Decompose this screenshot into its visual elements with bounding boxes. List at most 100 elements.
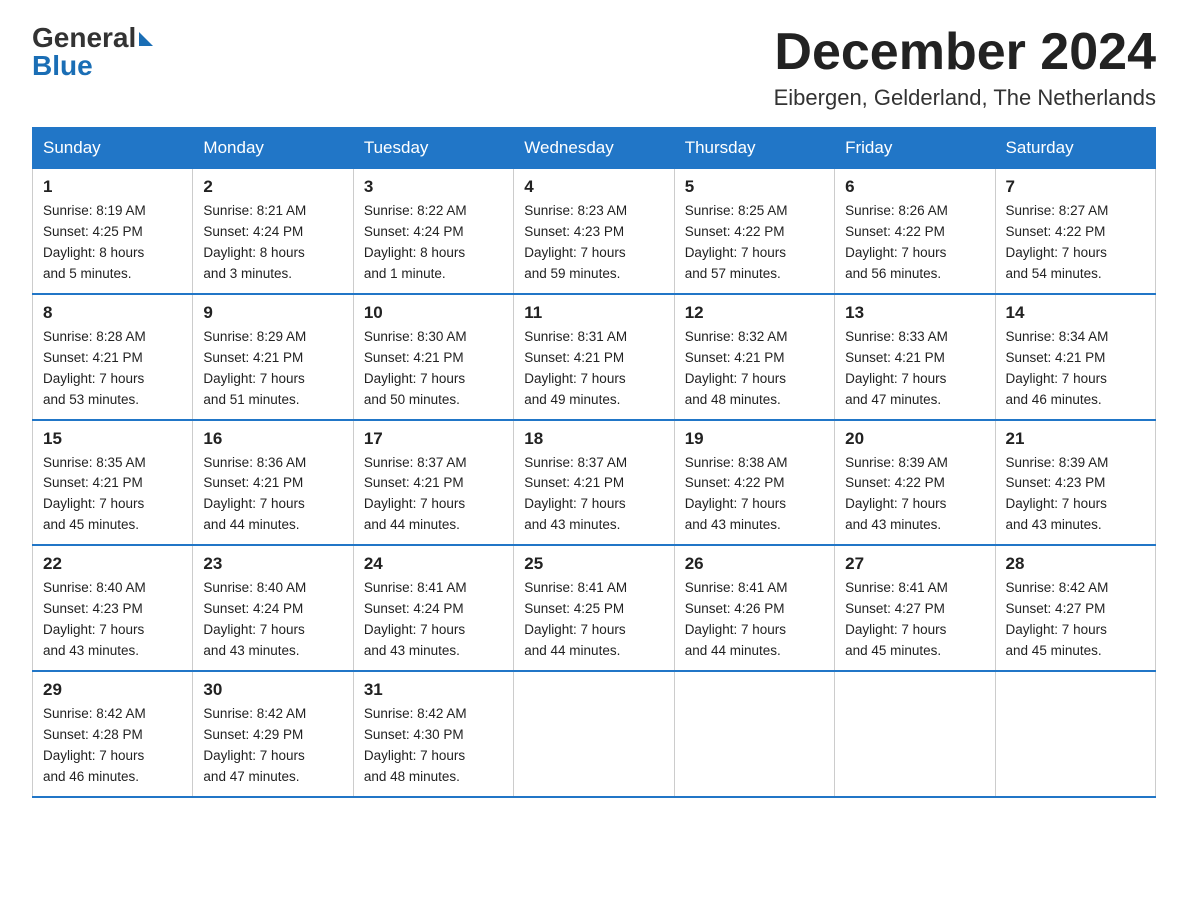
calendar-cell: 24 Sunrise: 8:41 AMSunset: 4:24 PMDaylig… (353, 545, 513, 671)
calendar-cell: 15 Sunrise: 8:35 AMSunset: 4:21 PMDaylig… (33, 420, 193, 546)
calendar-cell: 4 Sunrise: 8:23 AMSunset: 4:23 PMDayligh… (514, 169, 674, 294)
page-title: December 2024 (774, 24, 1156, 81)
calendar-cell: 27 Sunrise: 8:41 AMSunset: 4:27 PMDaylig… (835, 545, 995, 671)
day-number: 28 (1006, 554, 1145, 574)
calendar-week-row: 29 Sunrise: 8:42 AMSunset: 4:28 PMDaylig… (33, 671, 1156, 797)
day-number: 25 (524, 554, 663, 574)
calendar-header-tuesday: Tuesday (353, 128, 513, 169)
day-info: Sunrise: 8:42 AMSunset: 4:28 PMDaylight:… (43, 706, 146, 784)
logo: General Blue (32, 24, 153, 80)
calendar-cell: 22 Sunrise: 8:40 AMSunset: 4:23 PMDaylig… (33, 545, 193, 671)
day-number: 26 (685, 554, 824, 574)
day-info: Sunrise: 8:41 AMSunset: 4:27 PMDaylight:… (845, 580, 948, 658)
day-number: 9 (203, 303, 342, 323)
day-number: 16 (203, 429, 342, 449)
logo-text-blue: Blue (32, 52, 93, 80)
calendar-cell: 5 Sunrise: 8:25 AMSunset: 4:22 PMDayligh… (674, 169, 834, 294)
day-info: Sunrise: 8:29 AMSunset: 4:21 PMDaylight:… (203, 329, 306, 407)
calendar-cell: 18 Sunrise: 8:37 AMSunset: 4:21 PMDaylig… (514, 420, 674, 546)
calendar-cell: 28 Sunrise: 8:42 AMSunset: 4:27 PMDaylig… (995, 545, 1155, 671)
day-number: 15 (43, 429, 182, 449)
title-block: December 2024 Eibergen, Gelderland, The … (774, 24, 1156, 111)
logo-text-general: General (32, 24, 136, 52)
calendar-header-saturday: Saturday (995, 128, 1155, 169)
day-number: 2 (203, 177, 342, 197)
day-info: Sunrise: 8:22 AMSunset: 4:24 PMDaylight:… (364, 203, 467, 281)
calendar-header-friday: Friday (835, 128, 995, 169)
calendar-cell: 3 Sunrise: 8:22 AMSunset: 4:24 PMDayligh… (353, 169, 513, 294)
day-info: Sunrise: 8:28 AMSunset: 4:21 PMDaylight:… (43, 329, 146, 407)
calendar-cell: 31 Sunrise: 8:42 AMSunset: 4:30 PMDaylig… (353, 671, 513, 797)
logo-arrow-icon (139, 32, 153, 46)
day-info: Sunrise: 8:42 AMSunset: 4:29 PMDaylight:… (203, 706, 306, 784)
calendar-cell: 17 Sunrise: 8:37 AMSunset: 4:21 PMDaylig… (353, 420, 513, 546)
calendar-cell: 8 Sunrise: 8:28 AMSunset: 4:21 PMDayligh… (33, 294, 193, 420)
page-subtitle: Eibergen, Gelderland, The Netherlands (774, 85, 1156, 111)
calendar-cell (514, 671, 674, 797)
day-info: Sunrise: 8:41 AMSunset: 4:25 PMDaylight:… (524, 580, 627, 658)
calendar-cell: 16 Sunrise: 8:36 AMSunset: 4:21 PMDaylig… (193, 420, 353, 546)
calendar-cell: 1 Sunrise: 8:19 AMSunset: 4:25 PMDayligh… (33, 169, 193, 294)
calendar-cell: 23 Sunrise: 8:40 AMSunset: 4:24 PMDaylig… (193, 545, 353, 671)
day-number: 30 (203, 680, 342, 700)
calendar-cell: 19 Sunrise: 8:38 AMSunset: 4:22 PMDaylig… (674, 420, 834, 546)
day-info: Sunrise: 8:40 AMSunset: 4:23 PMDaylight:… (43, 580, 146, 658)
day-info: Sunrise: 8:40 AMSunset: 4:24 PMDaylight:… (203, 580, 306, 658)
day-number: 29 (43, 680, 182, 700)
calendar-cell: 21 Sunrise: 8:39 AMSunset: 4:23 PMDaylig… (995, 420, 1155, 546)
day-info: Sunrise: 8:19 AMSunset: 4:25 PMDaylight:… (43, 203, 146, 281)
calendar-header-thursday: Thursday (674, 128, 834, 169)
day-info: Sunrise: 8:26 AMSunset: 4:22 PMDaylight:… (845, 203, 948, 281)
calendar-header-wednesday: Wednesday (514, 128, 674, 169)
day-number: 31 (364, 680, 503, 700)
calendar-cell: 6 Sunrise: 8:26 AMSunset: 4:22 PMDayligh… (835, 169, 995, 294)
day-number: 17 (364, 429, 503, 449)
day-number: 13 (845, 303, 984, 323)
day-info: Sunrise: 8:42 AMSunset: 4:27 PMDaylight:… (1006, 580, 1109, 658)
calendar-header-row: SundayMondayTuesdayWednesdayThursdayFrid… (33, 128, 1156, 169)
day-number: 19 (685, 429, 824, 449)
day-info: Sunrise: 8:37 AMSunset: 4:21 PMDaylight:… (364, 455, 467, 533)
day-info: Sunrise: 8:25 AMSunset: 4:22 PMDaylight:… (685, 203, 788, 281)
day-info: Sunrise: 8:31 AMSunset: 4:21 PMDaylight:… (524, 329, 627, 407)
calendar-cell: 20 Sunrise: 8:39 AMSunset: 4:22 PMDaylig… (835, 420, 995, 546)
calendar-cell: 30 Sunrise: 8:42 AMSunset: 4:29 PMDaylig… (193, 671, 353, 797)
day-info: Sunrise: 8:34 AMSunset: 4:21 PMDaylight:… (1006, 329, 1109, 407)
calendar-cell: 29 Sunrise: 8:42 AMSunset: 4:28 PMDaylig… (33, 671, 193, 797)
day-number: 18 (524, 429, 663, 449)
calendar-header-monday: Monday (193, 128, 353, 169)
calendar-cell: 10 Sunrise: 8:30 AMSunset: 4:21 PMDaylig… (353, 294, 513, 420)
calendar-cell: 13 Sunrise: 8:33 AMSunset: 4:21 PMDaylig… (835, 294, 995, 420)
calendar-header-sunday: Sunday (33, 128, 193, 169)
day-number: 7 (1006, 177, 1145, 197)
calendar-week-row: 15 Sunrise: 8:35 AMSunset: 4:21 PMDaylig… (33, 420, 1156, 546)
day-info: Sunrise: 8:41 AMSunset: 4:26 PMDaylight:… (685, 580, 788, 658)
calendar-cell: 26 Sunrise: 8:41 AMSunset: 4:26 PMDaylig… (674, 545, 834, 671)
calendar-cell (995, 671, 1155, 797)
day-number: 5 (685, 177, 824, 197)
calendar-cell (835, 671, 995, 797)
calendar-cell (674, 671, 834, 797)
day-number: 6 (845, 177, 984, 197)
calendar-table: SundayMondayTuesdayWednesdayThursdayFrid… (32, 127, 1156, 797)
day-number: 4 (524, 177, 663, 197)
day-number: 24 (364, 554, 503, 574)
day-info: Sunrise: 8:39 AMSunset: 4:22 PMDaylight:… (845, 455, 948, 533)
day-number: 23 (203, 554, 342, 574)
day-info: Sunrise: 8:33 AMSunset: 4:21 PMDaylight:… (845, 329, 948, 407)
calendar-cell: 2 Sunrise: 8:21 AMSunset: 4:24 PMDayligh… (193, 169, 353, 294)
day-number: 1 (43, 177, 182, 197)
day-info: Sunrise: 8:23 AMSunset: 4:23 PMDaylight:… (524, 203, 627, 281)
day-info: Sunrise: 8:39 AMSunset: 4:23 PMDaylight:… (1006, 455, 1109, 533)
day-info: Sunrise: 8:41 AMSunset: 4:24 PMDaylight:… (364, 580, 467, 658)
calendar-cell: 25 Sunrise: 8:41 AMSunset: 4:25 PMDaylig… (514, 545, 674, 671)
logo-general: General (32, 24, 153, 52)
calendar-cell: 12 Sunrise: 8:32 AMSunset: 4:21 PMDaylig… (674, 294, 834, 420)
page-header: General Blue December 2024 Eibergen, Gel… (32, 24, 1156, 111)
day-number: 3 (364, 177, 503, 197)
day-info: Sunrise: 8:37 AMSunset: 4:21 PMDaylight:… (524, 455, 627, 533)
day-info: Sunrise: 8:21 AMSunset: 4:24 PMDaylight:… (203, 203, 306, 281)
day-info: Sunrise: 8:36 AMSunset: 4:21 PMDaylight:… (203, 455, 306, 533)
calendar-cell: 11 Sunrise: 8:31 AMSunset: 4:21 PMDaylig… (514, 294, 674, 420)
day-info: Sunrise: 8:32 AMSunset: 4:21 PMDaylight:… (685, 329, 788, 407)
